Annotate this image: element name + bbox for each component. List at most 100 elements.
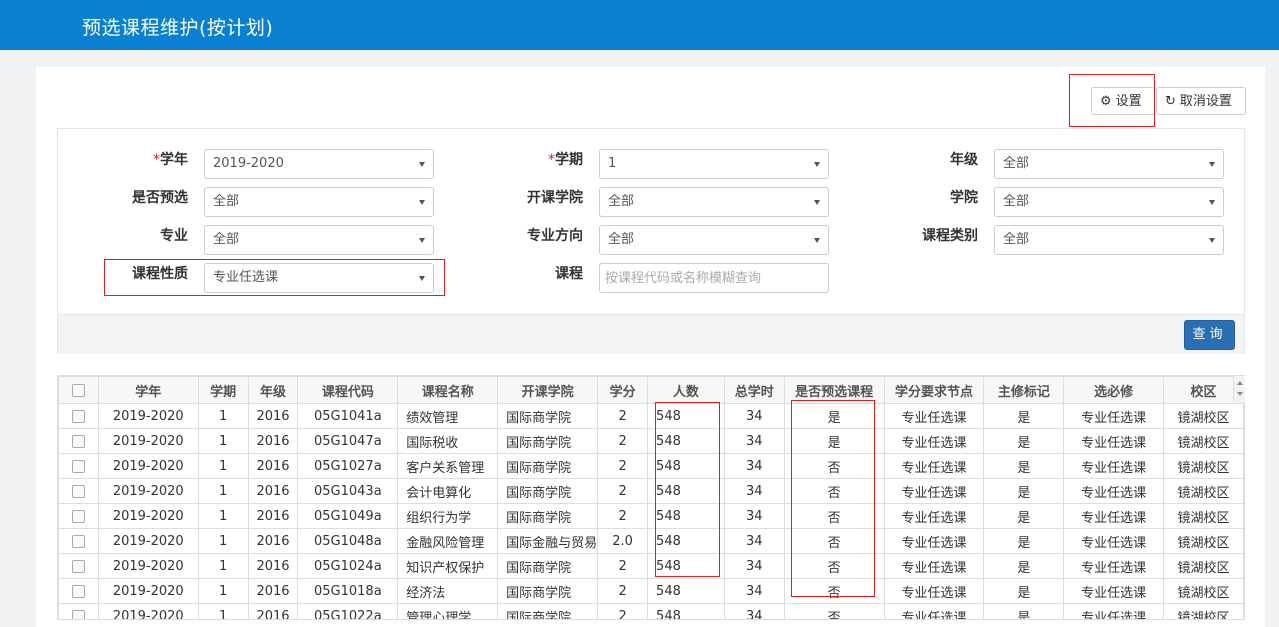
table-cell: 2019-2020 — [97, 528, 199, 554]
xueqi-select[interactable]: 1 — [599, 149, 829, 179]
table-cell: 组织行为学 — [397, 503, 499, 529]
table-cell: 34 — [723, 428, 785, 454]
nianji-select[interactable]: 全部 — [994, 149, 1224, 179]
row-checkbox-cell[interactable] — [58, 478, 99, 504]
row-checkbox[interactable] — [71, 459, 85, 473]
table-cell: 镜湖校区 — [1163, 453, 1244, 479]
table-cell: 国际商学院 — [497, 403, 599, 429]
row-checkbox[interactable] — [71, 409, 85, 423]
row-checkbox[interactable] — [71, 534, 85, 548]
table-cell: 否 — [783, 503, 885, 529]
table-cell: 2016 — [247, 578, 299, 604]
table-cell: 05G1047a — [297, 428, 399, 454]
table-row[interactable]: 2019-2020 1 2016 05G1047a 国际税收 国际商学院 2 548 34 是专业… — [58, 428, 1244, 454]
table-row[interactable]: 2019-2020 1 2016 05G1022a 管理心理学 国际商学院 2 548 34 否专… — [58, 603, 1244, 619]
table-cell: 2019-2020 — [97, 478, 199, 504]
table-row[interactable]: 2019-2020 1 2016 05G1049a 组织行为学 国际商学院 2 548 34 否专… — [58, 503, 1244, 529]
table-cell: 国际商学院 — [497, 553, 599, 579]
table-row[interactable]: 2019-2020 1 2016 05G1024a 知识产权保护 国际商学院 2 548 34 否… — [58, 553, 1244, 579]
xingzhi-select[interactable]: 专业任选课 — [204, 263, 434, 293]
col-header[interactable]: 学分要求节点 — [883, 376, 985, 404]
xueyuan-select[interactable]: 全部 — [994, 187, 1224, 217]
fangxiang-select[interactable]: 全部 — [599, 225, 829, 255]
select-all-checkbox[interactable] — [71, 383, 85, 397]
row-checkbox[interactable] — [71, 584, 85, 598]
caret-down-icon — [419, 238, 425, 243]
table-cell: 是 — [983, 603, 1065, 619]
col-header[interactable]: 人数 — [647, 376, 725, 404]
table-cell: 34 — [723, 553, 785, 579]
row-checkbox-cell[interactable] — [58, 403, 99, 429]
table-row[interactable]: 2019-2020 1 2016 05G1048a 金融风险管理 国际金融与贸易 2.0 54… — [58, 528, 1244, 554]
col-header[interactable]: 课程名称 — [397, 376, 499, 404]
col-header[interactable]: 校区 — [1163, 376, 1244, 404]
xueyuan-label: 学院 — [950, 190, 978, 206]
cancel-settings-button[interactable]: ↻ 取消设置 — [1156, 87, 1246, 115]
scroll-down-icon[interactable] — [1237, 392, 1243, 396]
table-cell: 05G1043a — [297, 478, 399, 504]
table-cell: 客户关系管理 — [397, 453, 499, 479]
table-row[interactable]: 2019-2020 1 2016 05G1018a 经济法 国际商学院 2 548 34 否专业任… — [58, 578, 1244, 604]
row-checkbox[interactable] — [71, 434, 85, 448]
col-header[interactable]: 总学时 — [723, 376, 785, 404]
col-header[interactable]: 选必修 — [1063, 376, 1165, 404]
table-scrollbar[interactable] — [1233, 376, 1245, 402]
table-row[interactable]: 2019-2020 1 2016 05G1043a 会计电算化 国际商学院 2 548 34 否专… — [58, 478, 1244, 504]
table-cell: 2 — [597, 403, 649, 429]
table-row[interactable]: 2019-2020 1 2016 05G1027a 客户关系管理 国际商学院 2 548 34 否… — [58, 453, 1244, 479]
table-cell: 34 — [723, 503, 785, 529]
table-cell: 专业任选课 — [1063, 603, 1165, 619]
zhuanye-select[interactable]: 全部 — [204, 225, 434, 255]
course-table-container: 学年 学期 年级 课程代码 课程名称 开课学院 学分 人数 总学时 是否预选课程… — [57, 375, 1245, 620]
row-checkbox-cell[interactable] — [58, 578, 99, 604]
table-cell: 548 — [647, 503, 725, 529]
table-cell: 是 — [983, 503, 1065, 529]
scroll-up-icon[interactable] — [1237, 381, 1243, 385]
xuenian-select[interactable]: 2019-2020 — [204, 149, 434, 179]
select-all-cell[interactable] — [58, 376, 99, 404]
table-cell: 镜湖校区 — [1163, 578, 1244, 604]
table-cell: 经济法 — [397, 578, 499, 604]
table-cell: 1 — [197, 528, 249, 554]
row-checkbox-cell[interactable] — [58, 528, 99, 554]
table-cell: 管理心理学 — [397, 603, 499, 619]
table-cell: 1 — [197, 603, 249, 619]
row-checkbox-cell[interactable] — [58, 503, 99, 529]
col-header[interactable]: 学期 — [197, 376, 249, 404]
col-header[interactable]: 学分 — [597, 376, 649, 404]
table-cell: 知识产权保护 — [397, 553, 499, 579]
col-header[interactable]: 是否预选课程 — [783, 376, 885, 404]
table-cell: 2016 — [247, 428, 299, 454]
table-cell: 34 — [723, 453, 785, 479]
table-row[interactable]: 2019-2020 1 2016 05G1041a 绩效管理 国际商学院 2 548 34 是专业… — [58, 403, 1244, 429]
table-cell: 镜湖校区 — [1163, 553, 1244, 579]
col-header[interactable]: 开课学院 — [497, 376, 599, 404]
yuxuan-select[interactable]: 全部 — [204, 187, 434, 217]
row-checkbox-cell[interactable] — [58, 453, 99, 479]
row-checkbox[interactable] — [71, 609, 85, 619]
table-cell: 否 — [783, 453, 885, 479]
table-cell: 2.0 — [597, 528, 649, 554]
table-cell: 镜湖校区 — [1163, 478, 1244, 504]
row-checkbox-cell[interactable] — [58, 428, 99, 454]
kecheng-input[interactable] — [599, 263, 829, 293]
leibie-select[interactable]: 全部 — [994, 225, 1224, 255]
row-checkbox-cell[interactable] — [58, 603, 99, 619]
xingzhi-label: 课程性质 — [132, 266, 188, 282]
row-checkbox[interactable] — [71, 484, 85, 498]
col-header[interactable]: 年级 — [247, 376, 299, 404]
table-cell: 548 — [647, 403, 725, 429]
table-cell: 专业任选课 — [1063, 553, 1165, 579]
col-header[interactable]: 学年 — [97, 376, 199, 404]
row-checkbox[interactable] — [71, 559, 85, 573]
kaike-select[interactable]: 全部 — [599, 187, 829, 217]
col-header[interactable]: 主修标记 — [983, 376, 1065, 404]
table-cell: 镜湖校区 — [1163, 428, 1244, 454]
col-header[interactable]: 课程代码 — [297, 376, 399, 404]
settings-button[interactable]: ⚙ 设置 — [1091, 87, 1155, 115]
row-checkbox[interactable] — [71, 509, 85, 523]
table-cell: 绩效管理 — [397, 403, 499, 429]
query-button[interactable]: 查询 — [1184, 320, 1235, 350]
row-checkbox-cell[interactable] — [58, 553, 99, 579]
table-cell: 2016 — [247, 553, 299, 579]
